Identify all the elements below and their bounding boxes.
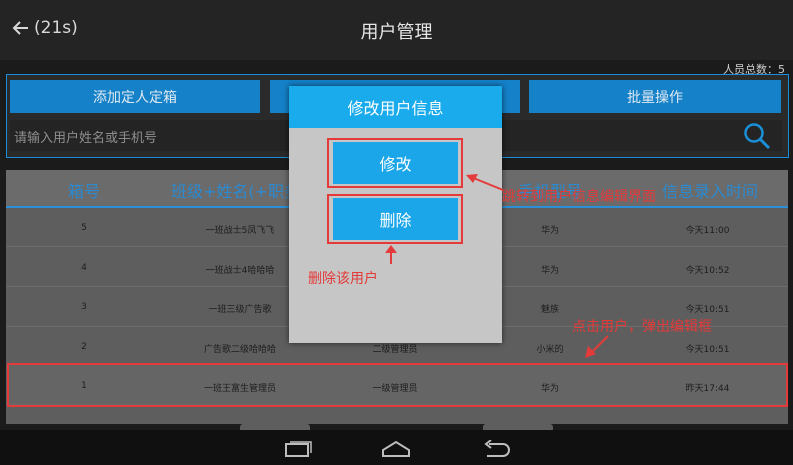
box-number: 5: [81, 223, 87, 233]
recent-apps-icon[interactable]: [283, 440, 313, 458]
column-header-box: 箱号: [67, 182, 100, 201]
user-name: 广告歌二级哈哈哈: [203, 345, 276, 355]
search-placeholder: 请输入用户姓名或手机号: [14, 131, 158, 146]
annotation-arrow-row: [585, 335, 609, 358]
page-title: 用户管理: [360, 22, 433, 43]
user-name: 一班三级广告歌: [208, 305, 272, 315]
phone-model: 小米的: [536, 345, 564, 355]
phone-model: 华为: [540, 226, 559, 236]
user-name: 一班战士5凤飞飞: [205, 226, 275, 236]
column-header-time: 信息录入时间: [661, 182, 758, 201]
annotation-edit-note: 跳转到用户信息编辑界面: [502, 189, 656, 205]
home-icon[interactable]: [381, 440, 411, 458]
box-number: 3: [81, 302, 87, 312]
search-icon[interactable]: [742, 121, 772, 151]
phone-model: 华为: [540, 266, 559, 276]
selected-row-highlight: [7, 363, 788, 407]
batch-operation-button[interactable]: 批量操作: [529, 80, 781, 113]
annotation-arrow-edit: [466, 174, 504, 191]
back-nav-icon[interactable]: [481, 440, 511, 458]
add-assignment-button[interactable]: 添加定人定箱: [10, 80, 260, 113]
dialog-title: 修改用户信息: [289, 86, 502, 128]
entry-time: 今天10:51: [685, 305, 730, 315]
user-name: 一班战士4哈哈哈: [205, 266, 275, 276]
entry-time: 今天11:00: [685, 226, 730, 236]
annotation-delete-note: 删除该用户: [308, 271, 378, 287]
annotation-arrow-delete: [385, 245, 397, 264]
column-header-name: 班级+姓名(+职务: [171, 182, 289, 201]
entry-time: 今天10:51: [685, 345, 730, 355]
user-role: 二级管理员: [372, 345, 418, 355]
edit-button[interactable]: 修改: [333, 142, 458, 184]
box-number: 2: [81, 342, 87, 352]
annotation-click-note: 点击用户，弹出编辑框: [572, 319, 712, 335]
delete-button[interactable]: 删除: [333, 198, 458, 240]
entry-time: 今天10:52: [685, 266, 730, 276]
box-number: 4: [81, 263, 87, 273]
phone-model: 魅族: [540, 305, 559, 315]
